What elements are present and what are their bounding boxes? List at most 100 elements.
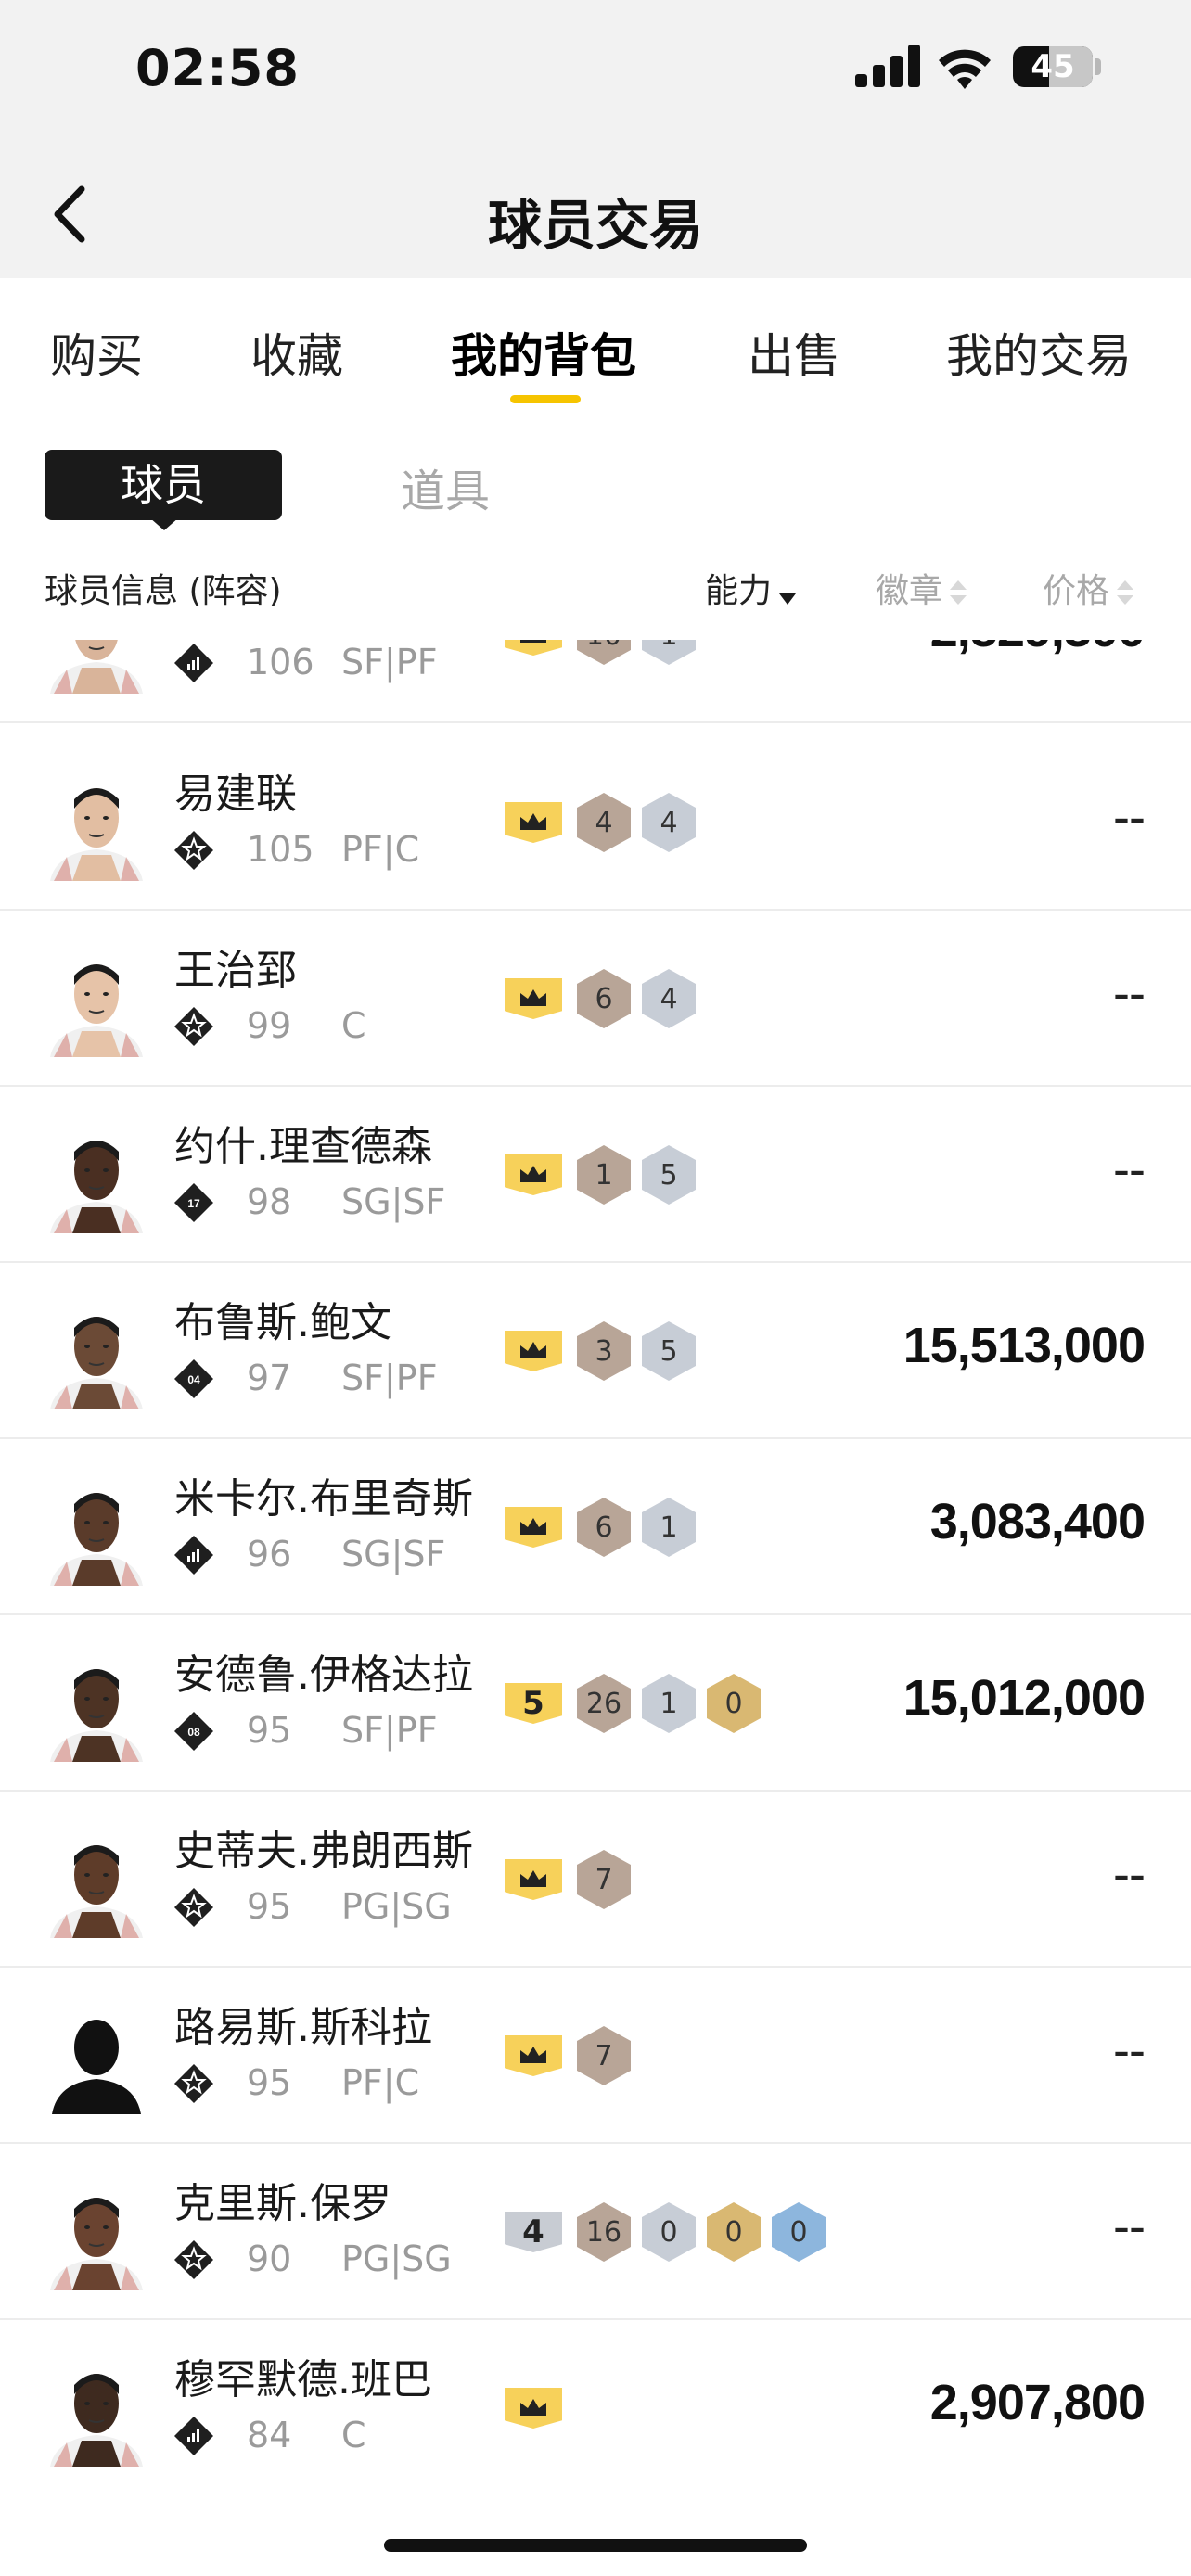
player-avatar [50, 2198, 143, 2290]
player-rating: 95 [247, 1710, 292, 1751]
tab-my-backpack[interactable]: 我的背包 [451, 319, 636, 386]
player-name: 克里斯.保罗 [174, 2180, 391, 2227]
header-area: 02:58 45 球员交易 [0, 0, 1191, 278]
player-rating: 106 [247, 642, 314, 682]
player-row[interactable]: 克里斯.保罗 90 PG|SG 4 16 0 0 0 -- [0, 2144, 1191, 2320]
player-name: 路易斯.斯科拉 [174, 2004, 432, 2051]
badge-count: 16 [577, 2202, 631, 2262]
player-avatar [50, 964, 143, 1057]
badge-count: 26 [577, 1674, 631, 1733]
player-row[interactable]: 穆罕默德.班巴 84 C 2,907,800 [0, 2320, 1191, 2494]
player-rating: 90 [247, 2238, 292, 2279]
level-badge: 4 [505, 2212, 562, 2252]
sort-price[interactable]: 价格 [1043, 564, 1134, 612]
badge-group [505, 2378, 577, 2439]
player-row[interactable]: 王治郅 99 C 6 4 -- [0, 911, 1191, 1087]
player-position: PG|SG [341, 1886, 452, 1927]
subtab-items[interactable]: 道具 [401, 454, 490, 519]
player-position: C [341, 2415, 366, 2455]
svg-text:08: 08 [187, 1726, 200, 1739]
player-price: 15,513,000 [903, 1318, 1146, 1373]
cellular-signal-icon [855, 45, 920, 87]
player-price: 15,012,000 [903, 1670, 1146, 1726]
tier-icon [174, 1007, 213, 1046]
badge-count: 1 [642, 640, 696, 665]
player-price: 2,529,300 [930, 640, 1146, 658]
battery-level: 45 [1031, 48, 1075, 85]
player-price: 2,907,800 [929, 2375, 1146, 2430]
crown-icon [520, 1870, 546, 1887]
player-avatar [50, 1141, 143, 1233]
badge-count: 4 [577, 793, 631, 852]
svg-text:04: 04 [187, 1373, 200, 1386]
badge-count: 5 [642, 1321, 696, 1381]
crown-icon [520, 2047, 546, 2063]
player-row[interactable]: 106 SF|PF 10 1 2,529,300 [0, 640, 1191, 723]
player-row[interactable]: 路易斯.斯科拉 95 PF|C 7 -- [0, 1968, 1191, 2144]
player-price: -- [1113, 2022, 1146, 2078]
level-badge: 5 [505, 1683, 562, 1724]
crown-icon [520, 2399, 546, 2416]
badge-group: 4 16 0 0 0 [505, 2201, 837, 2263]
badge-group: 7 [505, 1849, 642, 1910]
tab-my-trades[interactable]: 我的交易 [946, 319, 1132, 386]
badge-group: 61 [505, 1497, 707, 1558]
badge-count: 1 [577, 1145, 631, 1205]
player-avatar [50, 1493, 143, 1586]
player-price: -- [1113, 789, 1146, 845]
sort-price-label: 价格 [1043, 572, 1110, 610]
player-price: -- [1113, 1846, 1146, 1902]
player-position: SF|PF [341, 642, 438, 682]
player-position: PF|C [341, 829, 420, 870]
badge-group: 5 26 1 0 [505, 1673, 772, 1734]
player-row[interactable]: 易建联 105 PF|C 4 4 -- [0, 734, 1191, 911]
badge-count: 7 [577, 2026, 631, 2085]
badge-count: 0 [707, 2202, 761, 2262]
player-position: PG|SG [341, 2238, 452, 2279]
badge-count: 6 [577, 1498, 631, 1557]
player-row[interactable]: 史蒂夫.弗朗西斯 95 PG|SG 7 -- [0, 1792, 1191, 1968]
player-avatar [50, 788, 143, 881]
player-rating: 84 [247, 2415, 292, 2455]
player-row[interactable]: 安德鲁.伊格达拉 08 95 SF|PF 5 26 1 0 15,012,000 [0, 1615, 1191, 1792]
tier-icon: 17 [174, 1183, 213, 1222]
player-avatar [50, 1669, 143, 1762]
player-row[interactable]: 布鲁斯.鲍文 04 97 SF|PF 3 5 15,513,000 [0, 1263, 1191, 1439]
crown-badge [505, 978, 562, 1019]
tab-sell[interactable]: 出售 [748, 319, 840, 386]
crown-badge [505, 2388, 562, 2429]
player-list[interactable]: 106SF|PF1012,529,300易建联105PF|C44--王治郅99C… [0, 640, 1191, 2494]
player-price: -- [1113, 2199, 1146, 2254]
player-row[interactable]: 米卡尔.布里奇斯 96 SG|SF 6 1 3,083,400 [0, 1439, 1191, 1615]
svg-text:17: 17 [187, 1197, 200, 1210]
badge-group: 7 [505, 2025, 642, 2086]
badge-count: 1 [642, 1498, 696, 1557]
player-rating: 95 [247, 1886, 292, 1927]
crown-badge [505, 2035, 562, 2076]
home-indicator[interactable] [384, 2539, 807, 2552]
player-avatar [52, 2020, 141, 2114]
badge-count: 1 [642, 1674, 696, 1733]
badge-count: 6 [577, 969, 631, 1028]
player-row[interactable]: 约什.理查德森 17 98 SG|SF 1 5 -- [0, 1087, 1191, 1263]
tab-buy[interactable]: 购买 [50, 319, 143, 386]
player-position: C [341, 1005, 366, 1046]
tier-icon [174, 831, 213, 870]
badge-count: 4 [642, 969, 696, 1028]
crown-icon [520, 640, 546, 643]
crown-badge [505, 1154, 562, 1195]
player-avatar [50, 1845, 143, 1938]
player-name: 史蒂夫.弗朗西斯 [174, 1828, 473, 1875]
subtab-players[interactable]: 球员 [45, 450, 282, 520]
badge-count: 0 [642, 2202, 696, 2262]
player-price: 3,083,400 [929, 1494, 1146, 1549]
tier-icon [174, 2417, 213, 2455]
player-name: 安德鲁.伊格达拉 [174, 1651, 473, 1699]
sort-badges-label: 徽章 [876, 572, 943, 610]
badge-group: 44 [505, 792, 707, 853]
sort-badges[interactable]: 徽章 [876, 564, 967, 612]
player-position: SF|PF [341, 1358, 438, 1398]
tier-icon [174, 1536, 213, 1575]
sort-ability[interactable]: 能力 [705, 564, 797, 612]
tab-favorites[interactable]: 收藏 [250, 319, 343, 386]
